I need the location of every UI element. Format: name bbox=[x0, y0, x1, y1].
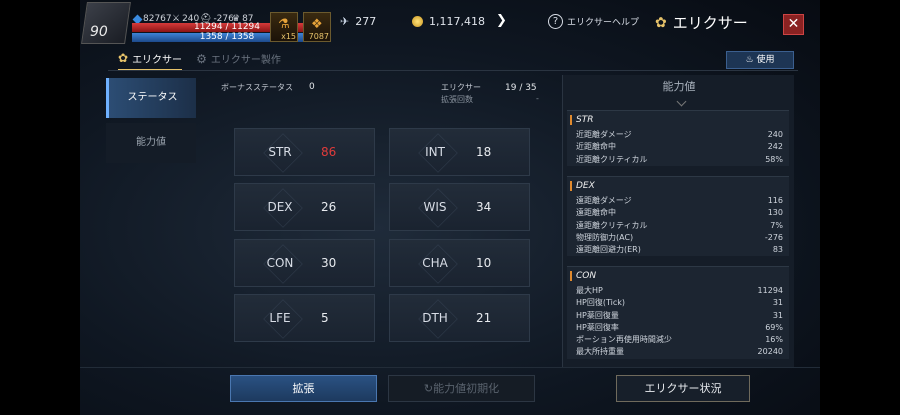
ability-group-con: CON 最大HP 11294 HP回復(Tick) 31 HP薬回復量 31 HP薬回… bbox=[567, 266, 789, 359]
ability-row: 遠距離命中 130 bbox=[576, 208, 783, 218]
ability-group-dex: DEX 遠距離ダメージ 116 遠距離命中 130 遠距離クリティカル 7% 物理防御… bbox=[567, 176, 789, 257]
tab-bar: ✿ エリクサー ⚙ エリクサー製作 bbox=[118, 50, 281, 70]
refresh-icon: ↻ bbox=[423, 382, 434, 395]
ability-row: 最大HP 11294 bbox=[576, 286, 783, 295]
stat-card-cha[interactable]: CHA 10 bbox=[389, 239, 530, 287]
player-hud: 90 82767 ⚔ 240 ⛑ -276 ♛ 87 11294 / 11294 13… bbox=[80, 0, 820, 46]
potion-slot[interactable]: ⚗ x15 bbox=[270, 12, 298, 42]
ability-row: 物理防御力(AC) -276 bbox=[576, 232, 783, 242]
gold-coin-icon bbox=[412, 16, 423, 27]
stat-card-dex[interactable]: DEX 26 bbox=[234, 183, 375, 231]
use-button[interactable]: ♨ 使用 bbox=[726, 51, 794, 69]
gold-counter: 1,117,418 bbox=[412, 15, 485, 28]
sidebar-item-abilities[interactable]: 能力値 bbox=[106, 123, 196, 163]
page-title: ✿ エリクサー bbox=[655, 14, 748, 32]
help-button[interactable]: ? エリクサーヘルプ bbox=[548, 14, 639, 29]
feather-icon: ✈ bbox=[340, 15, 350, 28]
bonus-status: ボーナスステータス 0 bbox=[221, 82, 315, 92]
stat-card-wis[interactable]: WIS 34 bbox=[389, 183, 530, 231]
elixir-screen: 90 82767 ⚔ 240 ⛑ -276 ♛ 87 11294 / 11294 13… bbox=[80, 0, 820, 415]
ability-row: 遠距離ダメージ 116 bbox=[576, 196, 783, 205]
sidebar-item-status[interactable]: ステータス bbox=[106, 78, 196, 118]
ability-row: 近距離クリティカル 58% bbox=[576, 154, 783, 164]
ability-row: ポーション再使用時間減少 16% bbox=[576, 335, 783, 345]
ability-group-str: STR 近距離ダメージ 240 近距離命中 242 近距離クリティカル 58% bbox=[567, 110, 789, 166]
elixir-icon: ✿ bbox=[118, 51, 129, 65]
chevron-right-icon[interactable]: ❯ bbox=[496, 13, 507, 28]
group-header: DEX bbox=[567, 177, 789, 195]
elixir-status-button[interactable]: エリクサー状況 bbox=[616, 375, 750, 402]
ability-row: HP薬回復量 31 bbox=[576, 310, 783, 320]
stat-card-dth[interactable]: DTH 21 bbox=[389, 294, 530, 342]
close-button[interactable]: ✕ bbox=[783, 14, 804, 35]
tab-divider bbox=[108, 70, 798, 71]
ability-row: HP薬回復率 69% bbox=[576, 322, 783, 332]
help-icon: ? bbox=[548, 14, 563, 29]
stat-card-con[interactable]: CON 30 bbox=[234, 239, 375, 287]
group-header: STR bbox=[567, 111, 789, 129]
feather-counter: ✈ 277 bbox=[340, 15, 377, 28]
stat-card-int[interactable]: INT 18 bbox=[389, 128, 530, 176]
reset-abilities-button[interactable]: ↻能力値初期化 bbox=[388, 375, 535, 402]
tab-elixir-craft[interactable]: ⚙ エリクサー製作 bbox=[196, 50, 281, 70]
group-header: CON bbox=[567, 267, 789, 285]
ability-row: 遠距離クリティカル 7% bbox=[576, 220, 783, 230]
stat-card-str[interactable]: STR 86 bbox=[234, 128, 375, 176]
potion-icon: ⚗ bbox=[278, 17, 290, 32]
expand-button[interactable]: 拡張 bbox=[230, 375, 377, 402]
ability-row: 遠距離回避力(ER) 83 bbox=[576, 245, 783, 255]
tab-elixir[interactable]: ✿ エリクサー bbox=[118, 50, 183, 70]
ability-panel[interactable]: 能力値 STR 近距離ダメージ 240 近距離命中 242 近距離クリティカル 58%… bbox=[562, 75, 794, 367]
expansion-dash: - bbox=[536, 94, 539, 103]
footer-divider bbox=[80, 367, 820, 368]
ability-row: 近距離ダメージ 240 bbox=[576, 130, 783, 139]
panel-title: 能力値 bbox=[563, 78, 794, 94]
stat-card-lfe[interactable]: LFE 5 bbox=[234, 294, 375, 342]
ability-row: 最大所持重量 20240 bbox=[576, 347, 783, 357]
ability-row: 近距離命中 242 bbox=[576, 142, 783, 152]
scroll-slot[interactable]: ❖ 7087 bbox=[303, 12, 331, 42]
scroll-icon: ❖ bbox=[311, 17, 323, 32]
elixir-expansion-count: エリクサー 拡張回数 19 / 35 bbox=[441, 83, 537, 104]
potion-icon: ♨ bbox=[745, 55, 754, 65]
player-level: 90 bbox=[90, 24, 108, 40]
ability-row: HP回復(Tick) 31 bbox=[576, 298, 783, 308]
craft-icon: ⚙ bbox=[196, 51, 207, 66]
elixir-icon: ✿ bbox=[655, 14, 667, 31]
